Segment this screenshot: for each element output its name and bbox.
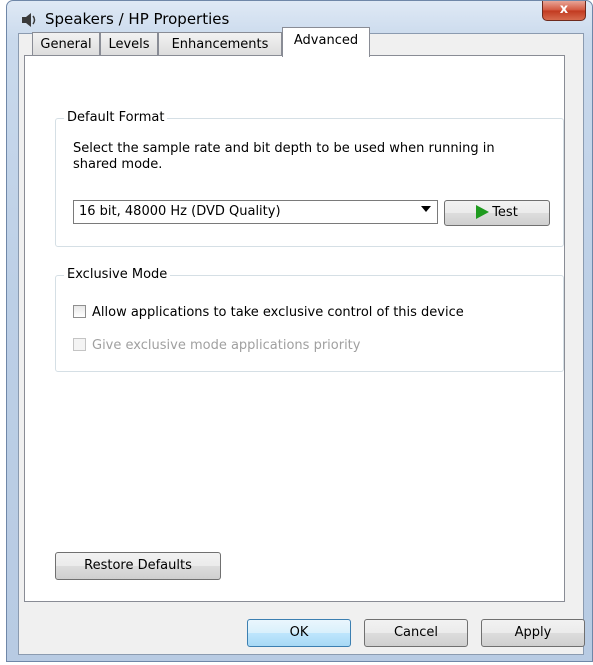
apply-button-label: Apply xyxy=(514,625,552,640)
tab-enhancements[interactable]: Enhancements xyxy=(158,32,282,56)
sample-format-dropdown[interactable]: 16 bit, 48000 Hz (DVD Quality) xyxy=(73,200,438,224)
tab-label: Enhancements xyxy=(171,37,269,52)
exclusive-priority-checkbox xyxy=(73,338,86,351)
chevron-down-icon xyxy=(421,206,431,212)
exclusive-priority-option: Give exclusive mode applications priorit… xyxy=(73,338,360,354)
ok-button-label: OK xyxy=(289,625,309,640)
exclusive-mode-group: Exclusive Mode Allow applications to tak… xyxy=(55,266,564,372)
cancel-button-label: Cancel xyxy=(393,625,439,640)
selected-format-value: 16 bit, 48000 Hz (DVD Quality) xyxy=(79,204,281,219)
close-icon: x xyxy=(559,2,569,17)
advanced-tab-panel: Default Format Select the sample rate an… xyxy=(24,55,565,602)
tab-label: Advanced xyxy=(293,33,359,48)
allow-exclusive-checkbox[interactable] xyxy=(73,305,86,318)
ok-button[interactable]: OK xyxy=(247,619,351,647)
tab-label: General xyxy=(40,37,92,52)
speaker-icon xyxy=(22,13,36,27)
play-icon xyxy=(476,204,490,219)
default-format-description: Select the sample rate and bit depth to … xyxy=(73,141,495,172)
tab-general[interactable]: General xyxy=(32,32,100,56)
exclusive-mode-legend: Exclusive Mode xyxy=(64,266,171,284)
close-button[interactable]: x xyxy=(542,1,586,21)
test-button[interactable]: Test xyxy=(444,200,550,226)
cancel-button[interactable]: Cancel xyxy=(364,619,468,647)
default-format-group: Default Format Select the sample rate an… xyxy=(55,109,564,247)
window-title: Speakers / HP Properties xyxy=(45,10,230,28)
restore-defaults-button[interactable]: Restore Defaults xyxy=(55,552,221,580)
tab-advanced[interactable]: Advanced xyxy=(282,27,370,57)
exclusive-priority-label: Give exclusive mode applications priorit… xyxy=(92,338,361,353)
apply-button[interactable]: Apply xyxy=(481,619,585,647)
test-button-label: Test xyxy=(492,205,518,220)
restore-defaults-label: Restore Defaults xyxy=(84,558,192,573)
default-format-legend: Default Format xyxy=(64,109,168,127)
allow-exclusive-option[interactable]: Allow applications to take exclusive con… xyxy=(73,305,464,321)
tab-label: Levels xyxy=(108,37,150,52)
tab-levels[interactable]: Levels xyxy=(100,32,158,56)
allow-exclusive-label: Allow applications to take exclusive con… xyxy=(92,305,464,320)
